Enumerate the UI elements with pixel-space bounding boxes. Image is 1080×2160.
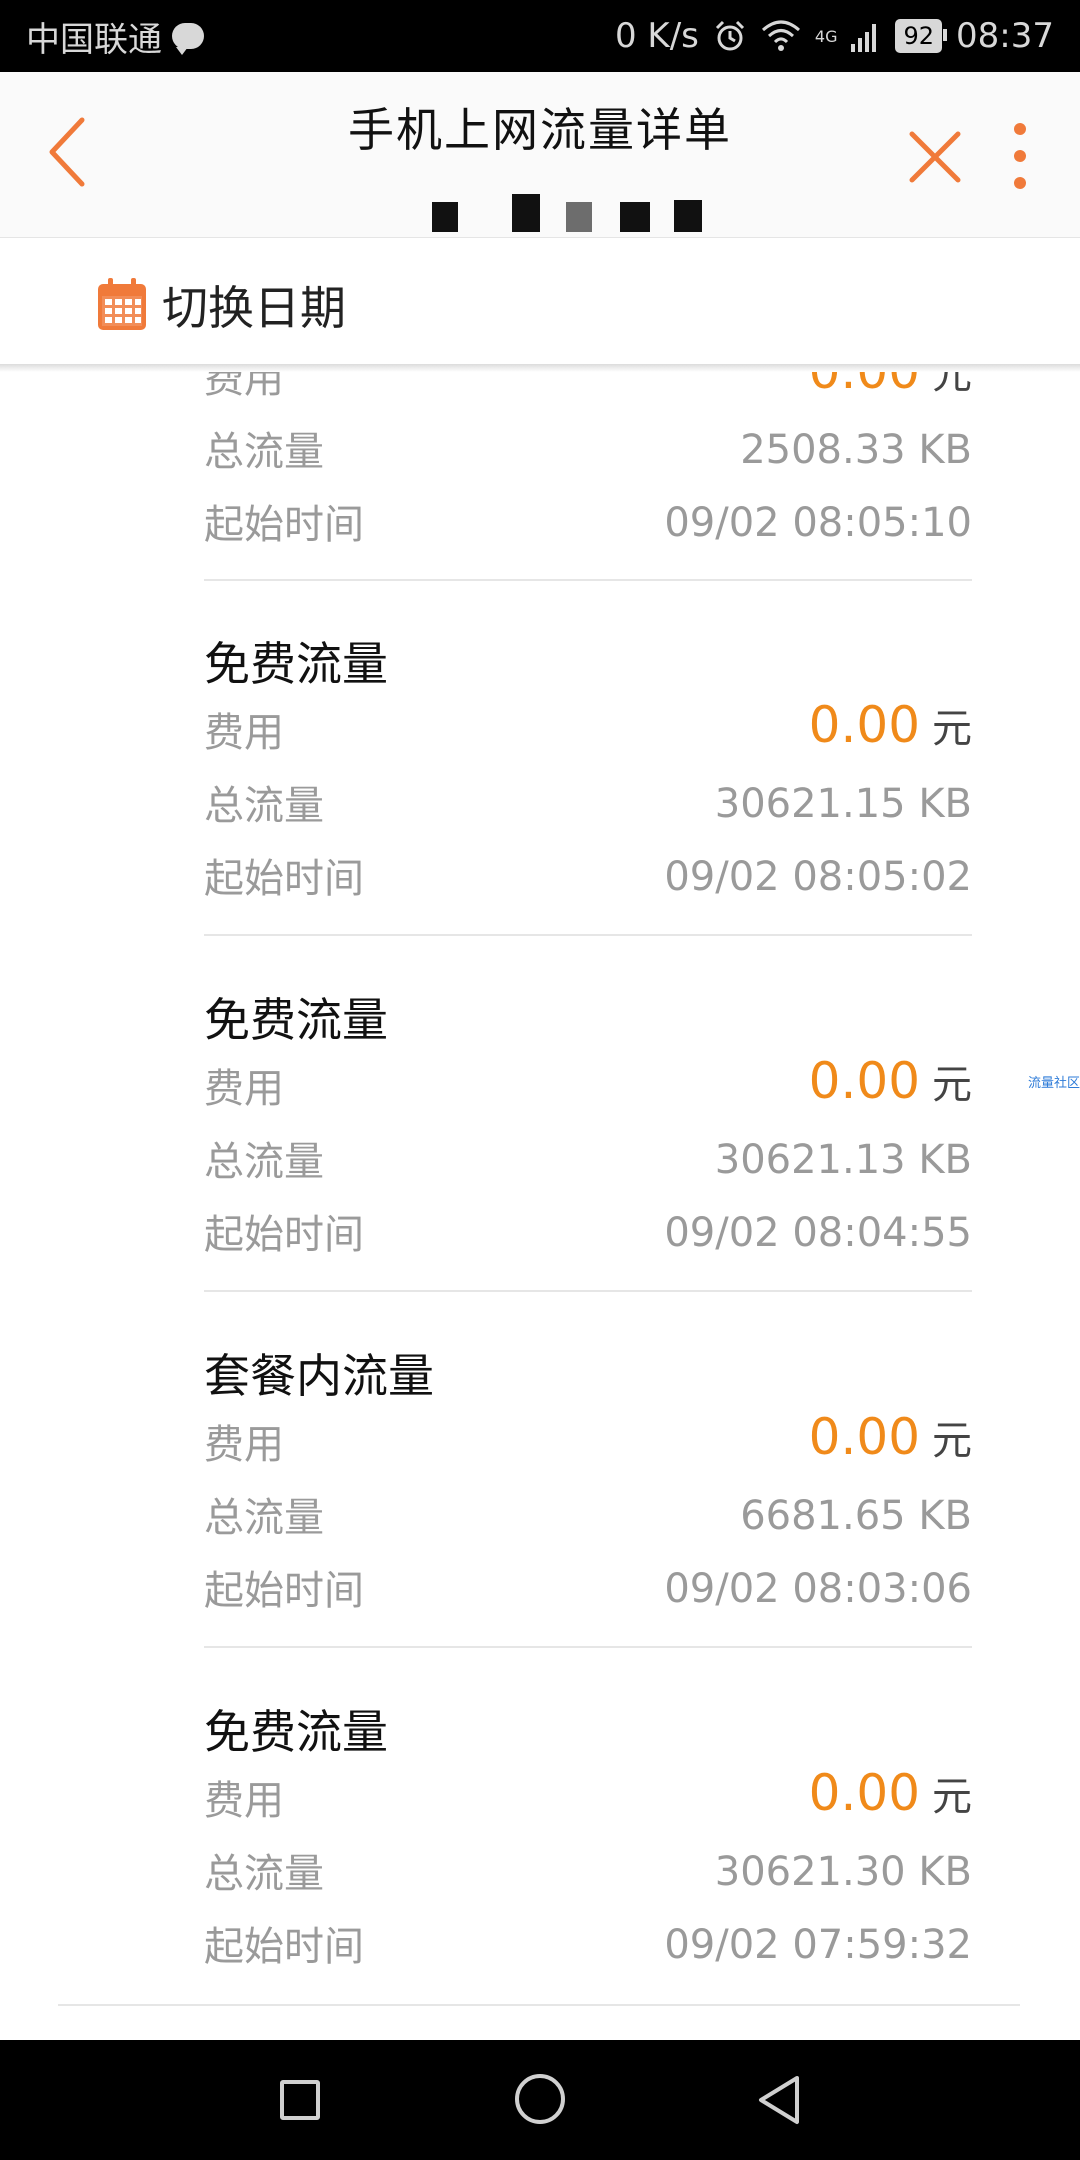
battery-level: 92	[903, 22, 935, 50]
start-value: 09/02 08:05:10	[664, 500, 972, 546]
total-label: 总流量	[204, 1495, 324, 1541]
start-row: 起始时间 09/02 08:04:55	[204, 1200, 972, 1260]
record-divider	[204, 934, 972, 936]
alarm-icon	[715, 20, 744, 51]
fee-value: 0.00 元	[809, 1408, 972, 1466]
redaction-block	[512, 194, 540, 232]
redaction-block	[566, 202, 592, 232]
start-row: 起始时间 09/02 07:59:32	[204, 1912, 972, 1972]
record-type: 免费流量	[204, 1705, 388, 1759]
total-label: 总流量	[204, 1139, 324, 1185]
signal-icon	[851, 24, 877, 52]
system-nav-bar	[0, 2040, 1080, 2160]
battery-icon: 92	[895, 19, 947, 53]
total-value: 30621.13 KB	[714, 1137, 972, 1183]
total-row: 总流量 6681.65 KB	[204, 1483, 972, 1543]
record-type: 免费流量	[204, 637, 388, 691]
calendar-icon	[98, 278, 146, 330]
fee-row: 费用 0.00 元	[204, 1408, 972, 1470]
total-label: 总流量	[204, 783, 324, 829]
total-row: 总流量 30621.30 KB	[204, 1839, 972, 1899]
back-triangle-icon[interactable]	[755, 2074, 805, 2126]
start-label: 起始时间	[204, 1924, 364, 1970]
start-row: 起始时间 09/02 08:03:06	[204, 1556, 972, 1616]
fee-amount: 0.00	[808, 1052, 920, 1110]
total-row: 总流量 2508.33 KB	[204, 417, 972, 477]
record-divider	[204, 579, 972, 581]
fee-amount: 0.00	[808, 1764, 920, 1822]
total-label: 总流量	[204, 1851, 324, 1897]
network-speed: 0 K/s	[614, 16, 699, 56]
total-value: 6681.65 KB	[740, 1493, 972, 1539]
start-row: 起始时间 09/02 08:05:10	[204, 490, 972, 550]
record-type: 免费流量	[204, 993, 388, 1047]
fee-row: 费用 0.00 元	[204, 1764, 972, 1826]
fee-amount: 0.00	[808, 1408, 920, 1466]
total-value: 2508.33 KB	[740, 427, 972, 473]
fee-label: 费用	[204, 1778, 284, 1824]
record-type: 套餐内流量	[204, 1349, 434, 1403]
redaction-block	[674, 200, 702, 232]
fee-label: 费用	[204, 1066, 284, 1112]
status-bar: 中国联通 0 K/s 4G 92 08:37	[0, 0, 1080, 72]
start-value: 09/02 08:05:02	[664, 854, 972, 900]
record-divider	[204, 1290, 972, 1292]
list-bottom-divider	[58, 2004, 1020, 2006]
fee-row: 费用 0.00 元	[204, 1052, 972, 1114]
wifi-icon	[761, 20, 800, 51]
total-row: 总流量 30621.15 KB	[204, 771, 972, 831]
currency-unit: 元	[932, 1774, 972, 1820]
currency-unit: 元	[932, 1062, 972, 1108]
fee-value: 0.00 元	[809, 1052, 972, 1110]
fee-label: 费用	[204, 710, 284, 756]
total-label: 总流量	[204, 429, 324, 475]
fee-amount: 0.00	[808, 696, 920, 754]
start-value: 09/02 07:59:32	[664, 1922, 972, 1968]
carrier-name: 中国联通	[26, 19, 162, 60]
app-header: 手机上网流量详单	[0, 72, 1080, 284]
fee-label: 费用	[204, 1422, 284, 1468]
record-divider	[204, 1646, 972, 1648]
watermark: 流量社区	[1028, 1076, 1080, 1091]
network-type: 4G	[814, 26, 838, 46]
currency-unit: 元	[932, 372, 972, 398]
total-value: 30621.15 KB	[714, 781, 972, 827]
fee-value: 0.00 元	[809, 696, 972, 754]
start-label: 起始时间	[204, 1568, 364, 1614]
total-value: 30621.30 KB	[714, 1849, 972, 1895]
currency-unit: 元	[932, 706, 972, 752]
currency-unit: 元	[932, 1418, 972, 1464]
start-label: 起始时间	[204, 502, 364, 548]
date-switch-label: 切换日期	[162, 281, 346, 335]
recent-apps-icon[interactable]	[280, 2080, 320, 2120]
date-switch-button[interactable]: 切换日期	[0, 238, 1080, 366]
start-value: 09/02 08:04:55	[664, 1210, 972, 1256]
start-label: 起始时间	[204, 856, 364, 902]
redaction-block	[620, 202, 650, 232]
close-icon[interactable]	[900, 122, 970, 192]
message-icon	[172, 23, 204, 55]
more-options-icon[interactable]	[1005, 117, 1035, 197]
fee-value: 0.00 元	[809, 372, 972, 400]
fee-row: 费用 0.00 元	[204, 696, 972, 758]
start-value: 09/02 08:03:06	[664, 1566, 972, 1612]
fee-value: 0.00 元	[809, 1764, 972, 1822]
start-label: 起始时间	[204, 1212, 364, 1258]
fee-row: 费用 0.00 元	[204, 372, 972, 404]
header-shadow	[0, 364, 1080, 372]
clock: 08:37	[956, 16, 1054, 56]
redaction-block	[432, 202, 458, 232]
fee-label: 费用	[204, 372, 284, 402]
start-row: 起始时间 09/02 08:05:02	[204, 844, 972, 904]
fee-amount: 0.00	[809, 372, 920, 400]
usage-record-list[interactable]: 费用 0.00 元 总流量 2508.33 KB 起始时间 09/02 08:05…	[0, 372, 1080, 2040]
total-row: 总流量 30621.13 KB	[204, 1127, 972, 1187]
home-icon[interactable]	[515, 2074, 565, 2124]
